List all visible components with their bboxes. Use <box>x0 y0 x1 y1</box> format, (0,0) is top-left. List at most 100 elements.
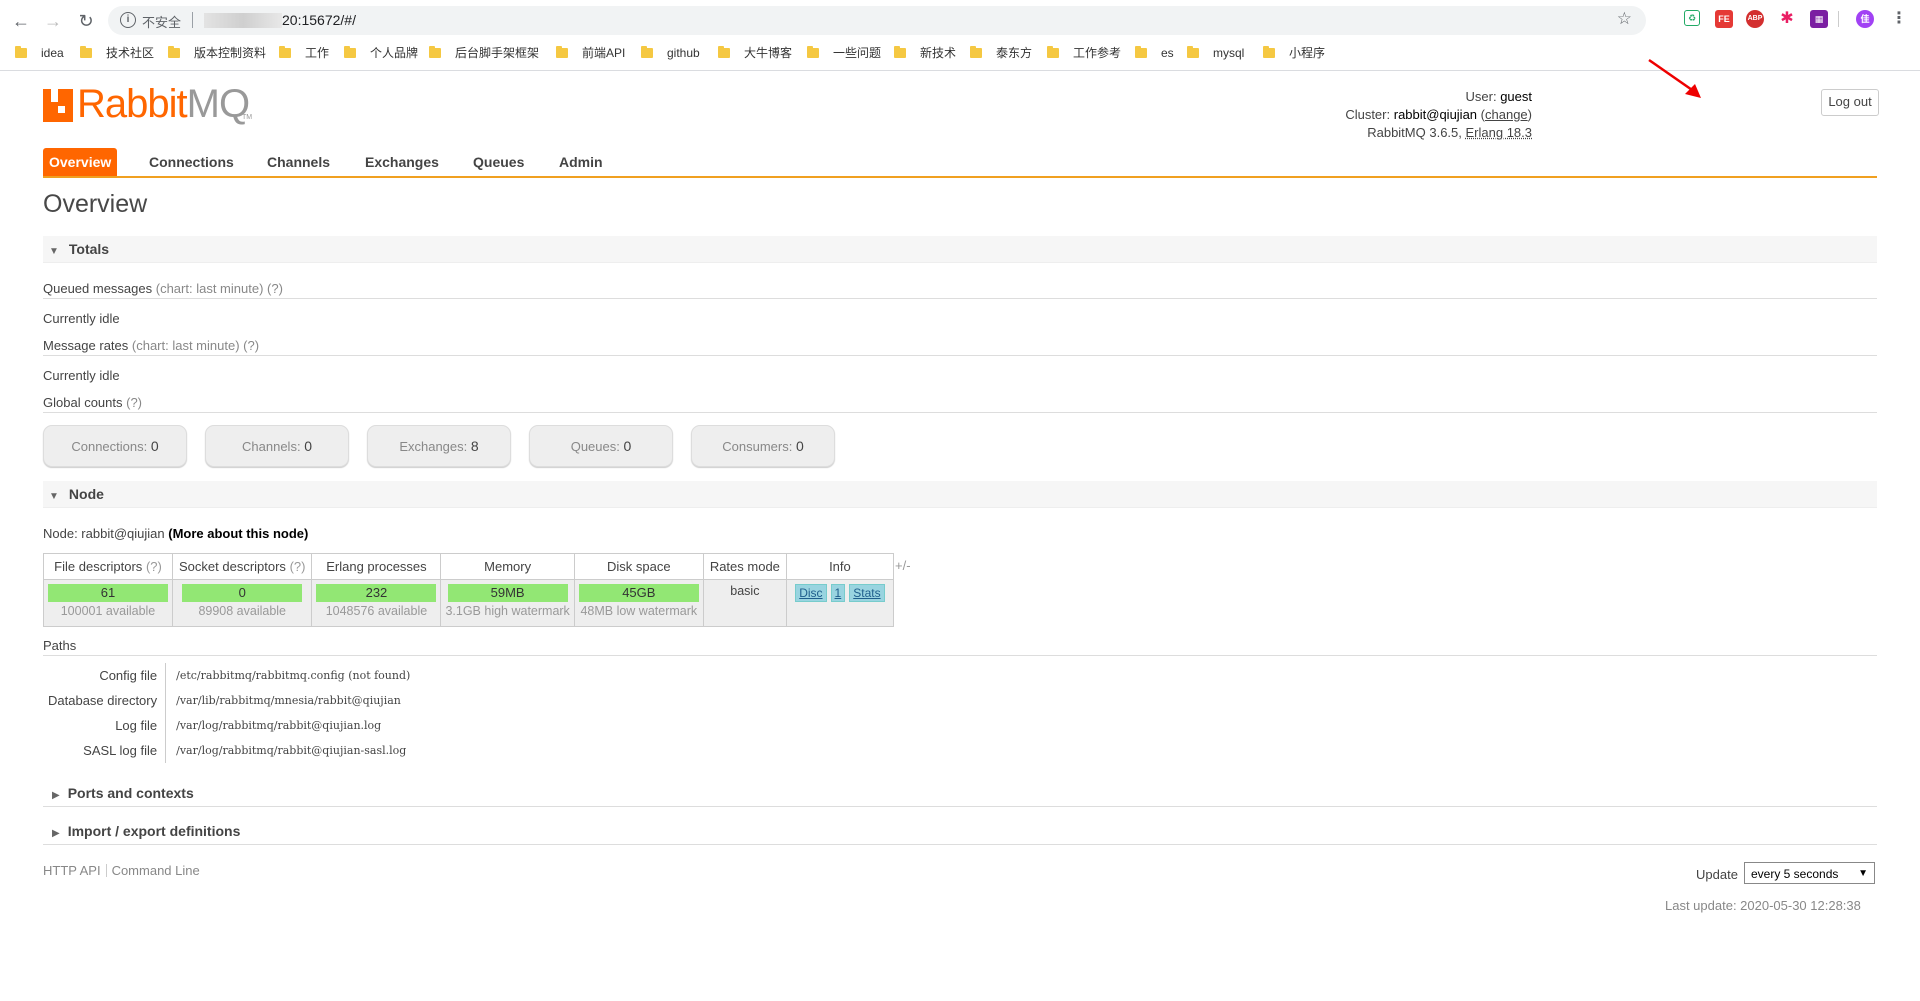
tab-admin[interactable]: Admin <box>559 148 603 176</box>
bookmark-item[interactable]: idea <box>15 43 64 63</box>
help-hint[interactable]: (?) <box>146 559 162 574</box>
reload-icon[interactable]: ↻ <box>74 9 98 33</box>
channels-count-box[interactable]: Channels: 0 <box>205 425 349 467</box>
stats-chip[interactable]: Stats <box>849 584 885 602</box>
available-text: 89908 available <box>198 604 287 618</box>
bookmark-item[interactable]: 后台脚手架框架 <box>429 43 539 63</box>
path-value: /var/lib/rabbitmq/mnesia/rabbit@qiujian <box>176 694 401 707</box>
toolbar-divider <box>1838 11 1839 27</box>
consumers-count-box[interactable]: Consumers: 0 <box>691 425 835 467</box>
folder-icon <box>1047 46 1059 58</box>
help-hint[interactable]: (?) <box>290 559 306 574</box>
import-export-header[interactable]: ▶ Import / export definitions <box>43 818 1877 845</box>
tab-channels[interactable]: Channels <box>267 148 330 176</box>
info-icon[interactable]: i <box>120 12 136 28</box>
address-bar[interactable]: i 不安全 20:15672/#/ ☆ <box>108 6 1646 35</box>
back-arrow-icon[interactable]: ← <box>9 9 33 33</box>
watermark-text: 3.1GB high watermark <box>445 604 570 618</box>
bookmark-item[interactable]: 工作参考 <box>1047 43 1121 63</box>
disc-chip[interactable]: Disc <box>795 584 827 602</box>
folder-icon <box>1263 46 1275 58</box>
asterisk-extension-icon[interactable]: ✱ <box>1778 10 1796 28</box>
collapse-triangle-icon: ▼ <box>49 246 59 257</box>
column-header: Rates mode <box>702 553 787 580</box>
bookmark-item[interactable]: 技术社区 <box>80 43 154 63</box>
collapse-triangle-icon: ▼ <box>49 491 59 502</box>
bookmark-item[interactable]: 新技术 <box>894 43 956 63</box>
section-title: Node <box>68 486 104 502</box>
divider <box>43 298 1877 299</box>
toggle-columns-button[interactable]: +/- <box>895 558 911 573</box>
tab-overview[interactable]: Overview <box>43 148 118 176</box>
extension-icon[interactable]: ♻ <box>1684 10 1700 26</box>
footer-links: HTTP API Command Line <box>43 863 200 878</box>
red-arrow-annotation <box>1648 58 1701 98</box>
section-title: Totals <box>68 241 110 257</box>
bookmark-item[interactable]: es <box>1135 43 1174 63</box>
tab-connections[interactable]: Connections <box>149 148 234 176</box>
bookmark-item[interactable]: mysql <box>1187 43 1244 63</box>
column-header: Socket descriptors (?) <box>171 553 313 580</box>
change-cluster-link[interactable]: change <box>1485 107 1528 122</box>
bookmark-item[interactable]: 前端API <box>556 43 625 63</box>
folder-icon <box>641 46 653 58</box>
update-label: Update <box>1696 867 1738 882</box>
ports-and-contexts-header[interactable]: ▶ Ports and contexts <box>43 780 1877 807</box>
command-line-link[interactable]: Command Line <box>112 863 200 878</box>
bookmark-star-icon[interactable]: ☆ <box>1617 9 1632 29</box>
usage-bar: 59MB <box>447 584 568 602</box>
footer-divider <box>105 864 107 877</box>
bookmark-item[interactable]: 小程序 <box>1263 43 1325 63</box>
user-name: guest <box>1500 89 1532 104</box>
queued-status: Currently idle <box>43 311 120 326</box>
usage-bar: 0 <box>182 584 303 602</box>
more-about-node-link[interactable]: (More about this node) <box>168 526 308 541</box>
profile-avatar[interactable]: 佳 <box>1856 10 1874 28</box>
folder-icon <box>279 46 291 58</box>
url-text[interactable]: 20:15672/#/ <box>282 12 356 28</box>
path-label: Log file <box>43 713 167 738</box>
security-label: 不安全 <box>142 15 182 30</box>
fe-extension-icon[interactable]: FE <box>1715 10 1733 28</box>
forward-arrow-icon[interactable]: → <box>41 9 65 33</box>
totals-section-header[interactable]: ▼ Totals <box>43 236 1877 263</box>
dropdown-arrow-icon: ▼ <box>1858 868 1868 879</box>
user-label: User: <box>1465 89 1497 104</box>
exchanges-count-box[interactable]: Exchanges: 8 <box>367 425 511 467</box>
node-section-header[interactable]: ▼ Node <box>43 481 1877 508</box>
menu-kebab-icon[interactable]: ⋮ <box>1890 10 1908 28</box>
folder-icon <box>344 46 356 58</box>
path-value: /etc/rabbitmq/rabbitmq.config (not found… <box>176 669 411 682</box>
bookmark-item[interactable]: 工作 <box>279 43 329 63</box>
queued-messages-label: Queued messages (chart: last minute) (?) <box>43 281 283 296</box>
main-tabs: Overview Connections Channels Exchanges … <box>43 148 1877 178</box>
available-text: 1048576 available <box>325 604 428 618</box>
version-text: RabbitMQ 3.6.5, <box>1367 125 1462 140</box>
bookmark-item[interactable]: 大牛博客 <box>718 43 792 63</box>
purple-extension-icon[interactable]: ▦ <box>1810 10 1828 28</box>
adblock-icon[interactable]: ABP <box>1746 10 1764 28</box>
disk-space-cell: 45GB 48MB low watermark <box>573 579 704 627</box>
http-api-link[interactable]: HTTP API <box>43 863 101 878</box>
selected-interval: every 5 seconds <box>1751 867 1839 881</box>
rates-status: Currently idle <box>43 368 120 383</box>
queues-count-box[interactable]: Queues: 0 <box>529 425 673 467</box>
connections-count-box[interactable]: Connections: 0 <box>43 425 187 467</box>
message-rates-hint[interactable]: (chart: last minute) (?) <box>132 338 259 353</box>
trademark: TM <box>242 114 253 121</box>
folder-icon <box>168 46 180 58</box>
bookmark-item[interactable]: github <box>641 43 700 63</box>
tab-exchanges[interactable]: Exchanges <box>365 148 439 176</box>
bookmark-item[interactable]: 版本控制资料 <box>168 43 266 63</box>
count-chip[interactable]: 1 <box>830 584 846 602</box>
node-name-line: Node: rabbit@qiujian (More about this no… <box>43 526 309 541</box>
node-table: File descriptors (?) Socket descriptors … <box>43 553 894 627</box>
tab-queues[interactable]: Queues <box>473 148 524 176</box>
queued-messages-hint[interactable]: (chart: last minute) (?) <box>156 281 283 296</box>
bookmark-item[interactable]: 一些问题 <box>807 43 881 63</box>
bookmark-item[interactable]: 个人品牌 <box>344 43 418 63</box>
update-interval-select[interactable]: every 5 seconds ▼ <box>1744 862 1875 884</box>
bookmark-item[interactable]: 泰东方 <box>970 43 1032 63</box>
logout-button[interactable]: Log out <box>1821 89 1879 116</box>
global-counts-hint[interactable]: (?) <box>126 395 142 410</box>
